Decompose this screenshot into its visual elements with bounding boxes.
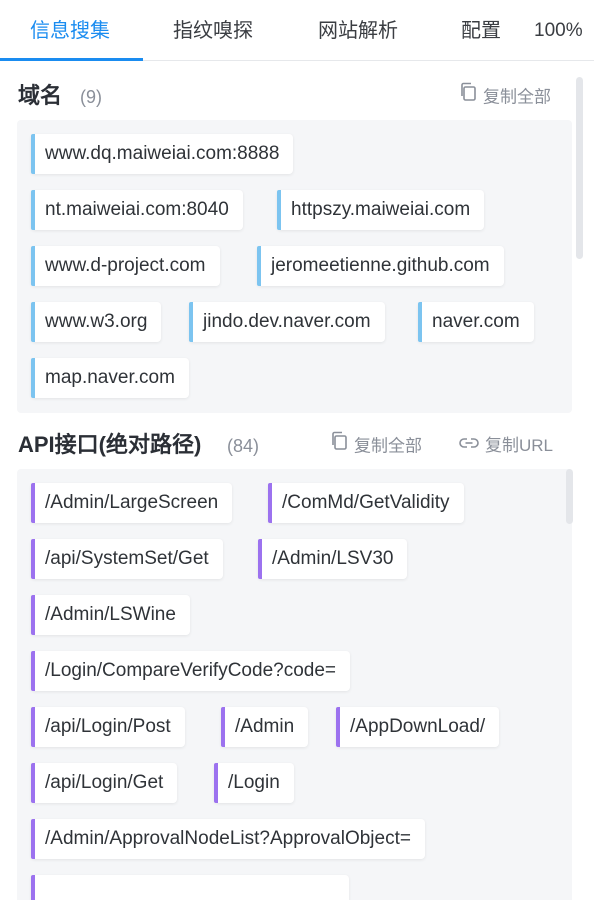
domain-scrollbar[interactable] <box>576 77 583 259</box>
api-copy-url-button[interactable]: 复制URL <box>459 433 553 460</box>
api-item[interactable]: /ComMd/GetValidity <box>268 483 464 523</box>
tab-fingerprint-sniff[interactable]: 指纹嗅探 <box>173 19 253 43</box>
api-item[interactable]: /api/Login/Get <box>31 763 178 803</box>
domain-item[interactable]: www.dq.maiweiai.com:8888 <box>31 134 294 174</box>
api-copy-all-label: 复制全部 <box>354 436 422 456</box>
api-item[interactable]: /Admin <box>221 707 309 747</box>
domain-item[interactable]: naver.com <box>418 302 534 342</box>
copy-icon <box>330 431 348 459</box>
tab-info-collection[interactable]: 信息搜集 <box>30 19 110 43</box>
copy-icon <box>459 82 477 110</box>
domain-item[interactable]: map.naver.com <box>31 358 189 398</box>
api-item[interactable]: /Admin/LSWine <box>31 595 190 635</box>
api-item[interactable]: /Admin/LSV30 <box>258 539 408 579</box>
domain-copy-all-label: 复制全部 <box>483 87 551 107</box>
api-item[interactable]: /Admin/LargeScreen <box>31 483 233 523</box>
domain-item[interactable]: jeromeetienne.github.com <box>257 246 504 286</box>
domain-item[interactable]: nt.maiweiai.com:8040 <box>31 190 243 230</box>
api-item[interactable]: /Login/CompareVerifyCode?code= <box>31 651 350 691</box>
api-item-partial[interactable] <box>31 875 349 900</box>
api-section-title: API接口(绝对路径) <box>18 432 202 457</box>
api-item[interactable]: /api/Login/Post <box>31 707 185 747</box>
domain-item[interactable]: httpszy.maiweiai.com <box>277 190 485 230</box>
tab-site-parse[interactable]: 网站解析 <box>318 19 398 43</box>
tab-bar: 信息搜集 指纹嗅探 网站解析 配置 100% <box>0 0 594 61</box>
api-scrollbar[interactable] <box>566 469 573 524</box>
api-item[interactable]: /Login <box>214 763 294 803</box>
api-copy-all-button[interactable]: 复制全部 <box>330 431 422 461</box>
domain-copy-all-button[interactable]: 复制全部 <box>459 82 551 112</box>
zoom-level: 100% <box>534 20 583 41</box>
active-tab-indicator <box>0 58 143 61</box>
link-icon <box>459 432 479 458</box>
tab-settings[interactable]: 配置 <box>461 19 501 43</box>
domain-item[interactable]: www.w3.org <box>31 302 162 342</box>
api-copy-url-label: 复制URL <box>485 436 554 455</box>
api-section-header: API接口(绝对路径) (84) 复制全部 复制URL <box>18 431 558 461</box>
domain-section-title: 域名 <box>18 83 63 108</box>
api-item[interactable]: /AppDownLoad/ <box>336 707 500 747</box>
domain-count: (9) <box>80 87 102 107</box>
api-item[interactable]: /api/SystemSet/Get <box>31 539 223 579</box>
domain-item[interactable]: jindo.dev.naver.com <box>189 302 385 342</box>
domain-section-header: 域名 (9) 复制全部 <box>18 82 558 112</box>
domain-item[interactable]: www.d-project.com <box>31 246 220 286</box>
api-count: (84) <box>227 436 260 456</box>
api-list-panel: /Admin/LargeScreen /ComMd/GetValidity /a… <box>17 469 572 900</box>
api-item[interactable]: /Admin/ApprovalNodeList?ApprovalObject= <box>31 819 425 859</box>
domain-list-panel: www.dq.maiweiai.com:8888 nt.maiweiai.com… <box>17 120 572 413</box>
